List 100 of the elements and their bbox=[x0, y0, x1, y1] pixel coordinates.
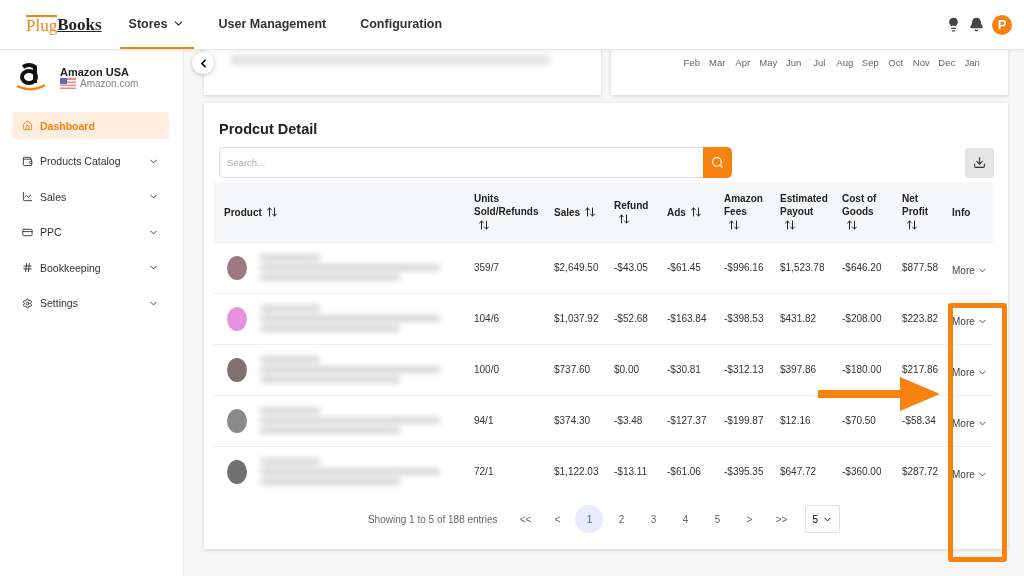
sort-icon[interactable] bbox=[478, 219, 490, 232]
table-cell: -$52.68 bbox=[614, 313, 648, 324]
month-label: Apr bbox=[734, 57, 752, 68]
table-cell: $431.82 bbox=[780, 313, 817, 324]
column-header: Sales bbox=[554, 205, 581, 219]
sidebar-item[interactable]: Sales bbox=[12, 183, 169, 210]
table-cell: -$199.87 bbox=[724, 415, 764, 426]
table-cell: $397.86 bbox=[780, 364, 817, 375]
table-cell: 359/7 bbox=[474, 262, 500, 273]
more-dropdown[interactable]: More bbox=[952, 316, 988, 327]
sidebar-item[interactable]: PPC bbox=[12, 218, 169, 246]
settings-icon bbox=[22, 297, 33, 309]
more-dropdown[interactable]: More bbox=[952, 469, 988, 481]
search-field[interactable]: Search... bbox=[219, 147, 703, 178]
table-cell: -$395.35 bbox=[724, 466, 764, 478]
column-header: Info bbox=[952, 205, 971, 219]
table-cell: $223.82 bbox=[902, 313, 939, 324]
table-cell: $1,523.78 bbox=[780, 262, 825, 273]
sidebar-item[interactable]: Settings bbox=[12, 289, 169, 317]
table-cell: -$398.53 bbox=[724, 313, 764, 324]
sort-icon[interactable] bbox=[906, 219, 918, 232]
store-name: Amazon USA bbox=[60, 65, 131, 78]
month-label: Oct bbox=[887, 57, 905, 68]
table-cell: -$61.45 bbox=[667, 262, 701, 273]
home-icon bbox=[22, 120, 33, 131]
month-label: Jan bbox=[963, 57, 981, 68]
search-icon bbox=[711, 156, 724, 169]
month-label: May bbox=[758, 57, 779, 68]
column-header: Net Profit bbox=[902, 192, 930, 219]
table-cell: -$996.16 bbox=[724, 262, 764, 273]
sort-icon[interactable] bbox=[618, 213, 630, 226]
more-dropdown[interactable]: More bbox=[952, 418, 988, 429]
sort-icon[interactable] bbox=[728, 219, 740, 232]
table-cell: $287.72 bbox=[902, 466, 939, 478]
notification-icon[interactable] bbox=[969, 17, 984, 32]
page-button[interactable]: 4 bbox=[671, 505, 700, 533]
column-header: Refund bbox=[614, 199, 649, 212]
table-cell: 72/1 bbox=[474, 466, 494, 478]
nav-tab[interactable]: Stores bbox=[119, 0, 194, 49]
card-title: Prodcut Detail bbox=[219, 121, 319, 137]
sort-icon[interactable] bbox=[784, 219, 796, 232]
table-cell: $12.16 bbox=[780, 415, 811, 426]
table-cell: $374.30 bbox=[554, 415, 591, 426]
table-cell: -$180.00 bbox=[842, 364, 882, 375]
chart-icon bbox=[22, 191, 33, 202]
table-cell: -$646.20 bbox=[842, 262, 882, 273]
table-cell: -$163.84 bbox=[667, 313, 707, 324]
column-header: Cost of Goods bbox=[842, 192, 878, 219]
page-button[interactable]: 3 bbox=[639, 505, 668, 533]
collapse-button[interactable] bbox=[192, 52, 214, 74]
nav-tab[interactable]: Configuration bbox=[351, 0, 452, 49]
nav-tab[interactable]: User Management bbox=[209, 0, 336, 49]
column-header: Product bbox=[224, 205, 262, 219]
table-cell: -$360.00 bbox=[842, 466, 882, 478]
table-cell: 94/1 bbox=[474, 415, 494, 426]
month-label: Mar bbox=[708, 57, 727, 68]
more-dropdown[interactable]: More bbox=[952, 367, 988, 378]
previous-page-button[interactable]: < bbox=[543, 505, 572, 533]
table-cell: -$127.37 bbox=[667, 415, 707, 426]
table-cell: -$3.48 bbox=[614, 415, 643, 426]
table-cell: -$58.34 bbox=[902, 415, 936, 426]
sort-icon[interactable] bbox=[265, 206, 278, 219]
download-button[interactable] bbox=[965, 147, 994, 178]
table-cell: $647.72 bbox=[780, 466, 817, 478]
sidebar-item[interactable]: Products Catalog bbox=[12, 147, 169, 175]
column-header: Estimated Payout bbox=[780, 192, 829, 219]
month-label: Dec bbox=[937, 57, 957, 68]
page-button[interactable]: 1 bbox=[575, 505, 604, 533]
table-cell: -$61.06 bbox=[667, 466, 701, 478]
month-label: Jun bbox=[785, 57, 803, 68]
month-label: Jul bbox=[812, 57, 827, 68]
column-header: Amazon Fees bbox=[724, 192, 764, 219]
last-page-button[interactable]: >> bbox=[767, 505, 796, 533]
store-site: Amazon.com bbox=[80, 77, 139, 89]
sort-icon[interactable] bbox=[689, 206, 702, 219]
table-cell: $217.86 bbox=[902, 364, 939, 375]
column-header: Ads bbox=[667, 205, 686, 219]
table-cell: 100/0 bbox=[474, 364, 500, 375]
sort-icon[interactable] bbox=[846, 219, 858, 232]
download-icon bbox=[973, 156, 986, 169]
table-cell: $1,122.03 bbox=[554, 466, 599, 478]
page-button[interactable]: 5 bbox=[703, 505, 732, 533]
page-button[interactable]: 2 bbox=[607, 505, 636, 533]
next-page-button[interactable]: > bbox=[735, 505, 764, 533]
month-label: Nov bbox=[911, 57, 931, 68]
sidebar-item[interactable]: Bookkeeping bbox=[12, 254, 169, 281]
table-cell: $1,037.92 bbox=[554, 313, 599, 324]
month-label: Aug bbox=[835, 57, 855, 68]
table-cell: $737.60 bbox=[554, 364, 591, 375]
table-cell: -$43.05 bbox=[614, 262, 648, 273]
first-page-button[interactable]: << bbox=[511, 505, 540, 533]
plugbooks-logo: PlugBooks bbox=[26, 13, 102, 37]
more-dropdown[interactable]: More bbox=[952, 265, 988, 276]
page-size-select[interactable]: 5 bbox=[805, 505, 841, 533]
lightbulb-icon[interactable] bbox=[946, 17, 961, 32]
table-cell: -$208.00 bbox=[842, 313, 882, 324]
month-label: Sep bbox=[860, 57, 880, 68]
sort-icon[interactable] bbox=[584, 206, 597, 219]
table-cell: $2,649.50 bbox=[554, 262, 599, 273]
wallet-icon bbox=[22, 155, 33, 167]
